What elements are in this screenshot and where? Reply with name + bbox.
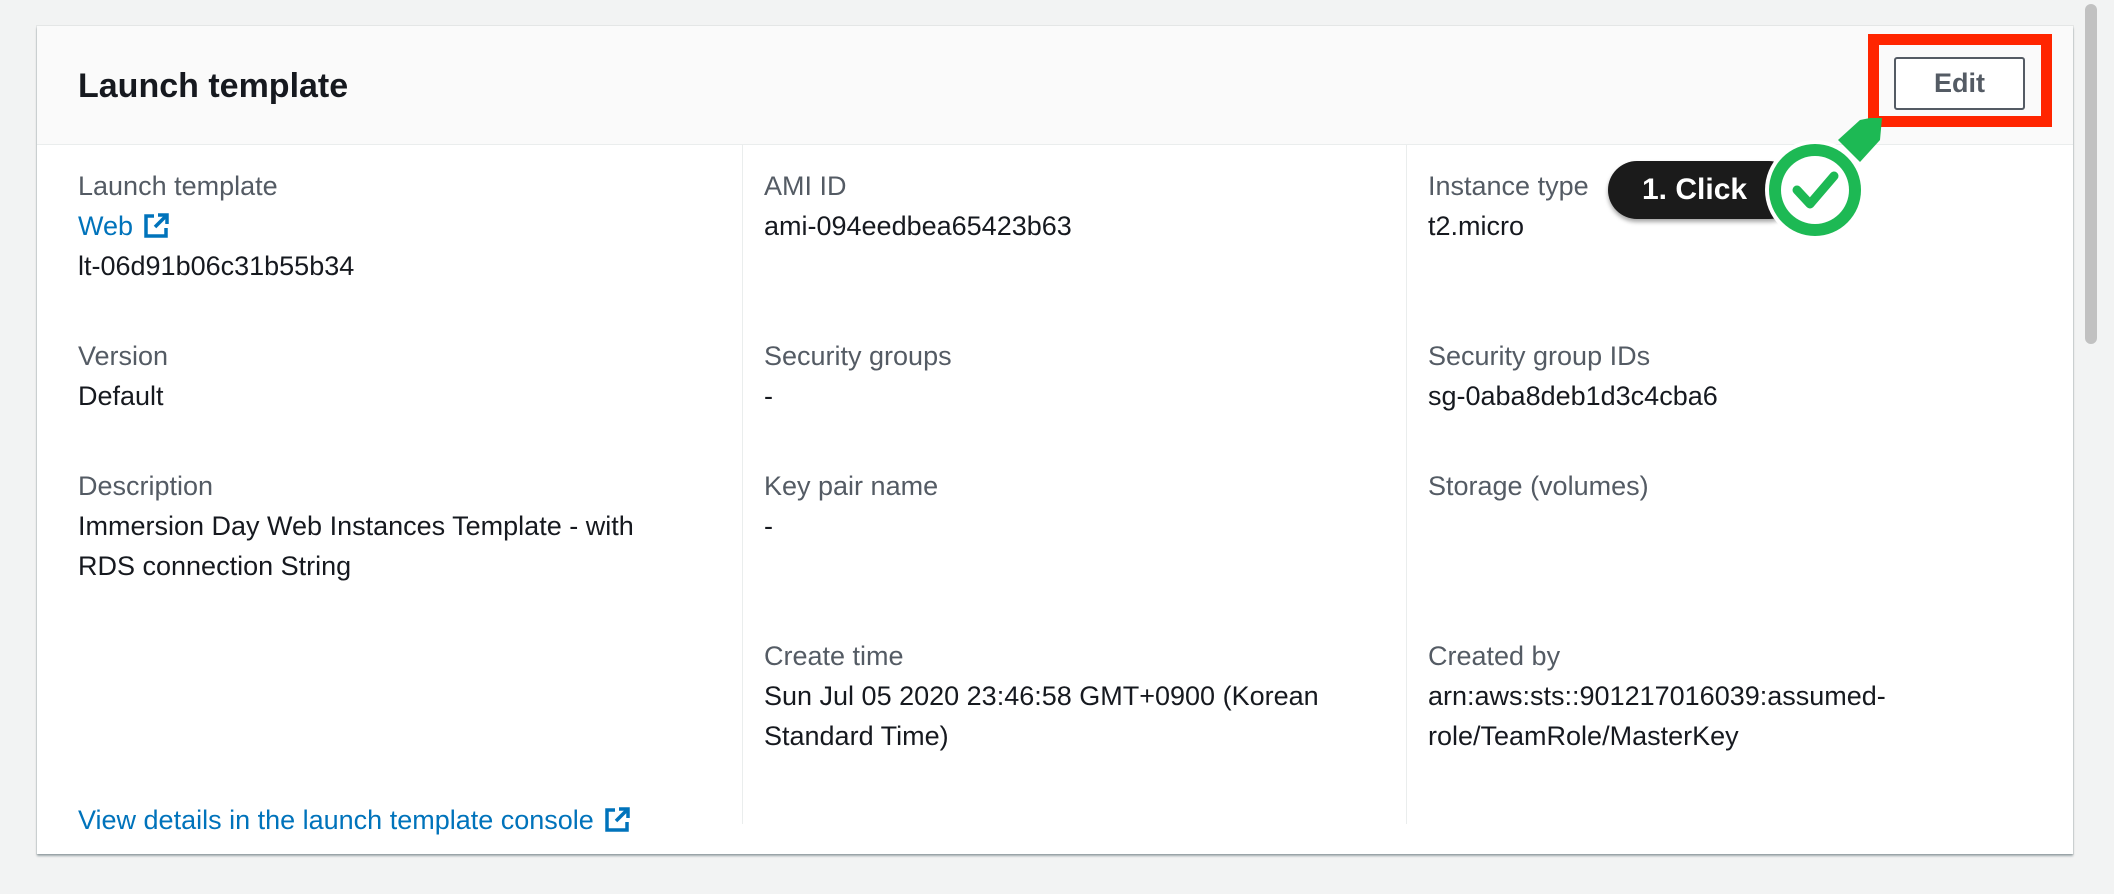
external-link-icon [605,807,630,832]
field-label: Created by [1428,641,1561,671]
field-value: sg-0aba8deb1d3c4cba6 [1428,381,1718,411]
field-value: ami-094eedbea65423b63 [764,211,1072,241]
edit-button[interactable]: Edit [1894,57,2025,110]
link-text[interactable]: View details in the launch template cons… [78,800,594,840]
field-security-groups: Security groups - [764,336,1384,416]
field-value-line: RDS connection String [78,551,352,581]
field-value: Default [78,381,164,411]
field-create-time: Create time Sun Jul 05 2020 23:46:58 GMT… [764,636,1384,756]
field-security-group-ids: Security group IDs sg-0aba8deb1d3c4cba6 [1428,336,2048,416]
field-value: - [764,381,773,411]
link-text[interactable]: Web [78,206,133,246]
field-label: Version [78,341,169,371]
tooltip-text: 1. Click [1642,173,1748,206]
field-label: Create time [764,641,904,671]
field-label: Key pair name [764,471,939,501]
field-value-line: role/TeamRole/MasterKey [1428,721,1739,751]
field-value: lt-06d91b06c31b55b34 [78,251,355,281]
field-description: Description Immersion Day Web Instances … [78,466,698,586]
field-value-line: arn:aws:sts::901217016039:assumed- [1428,681,1886,711]
field-value-line: Sun Jul 05 2020 23:46:58 GMT+0900 (Korea… [764,681,1319,711]
panel-title: Launch template [78,67,349,105]
view-details-link[interactable]: View details in the launch template cons… [78,800,632,840]
field-label: Description [78,471,214,501]
field-ami-id: AMI ID ami-094eedbea65423b63 [764,166,1384,246]
field-version: Version Default [78,336,698,416]
field-launch-template: Launch template Web lt-06d91b06c31b55b34 [78,166,698,286]
field-label: Storage (volumes) [1428,471,1649,501]
field-storage-volumes: Storage (volumes) [1428,466,2048,506]
field-label: AMI ID [764,171,847,201]
external-link-icon [144,213,169,238]
field-value-line: Immersion Day Web Instances Template - w… [78,511,634,541]
launch-template-link[interactable]: Web [78,206,171,246]
field-key-pair-name: Key pair name - [764,466,1384,546]
scrollbar-thumb[interactable] [2085,4,2097,344]
field-label: Launch template [78,171,278,201]
column-1: Launch template Web lt-06d91b06c31b55b34… [78,144,742,824]
field-value-line: Standard Time) [764,721,949,751]
field-label: Security group IDs [1428,341,1651,371]
column-2: AMI ID ami-094eedbea65423b63 Security gr… [742,144,1406,824]
field-label: Security groups [764,341,952,371]
field-created-by: Created by arn:aws:sts::901217016039:ass… [1428,636,2048,756]
check-icon [1765,118,1882,240]
column-3: Instance type t2.micro Security group ID… [1406,144,2070,824]
field-value: - [764,511,773,541]
